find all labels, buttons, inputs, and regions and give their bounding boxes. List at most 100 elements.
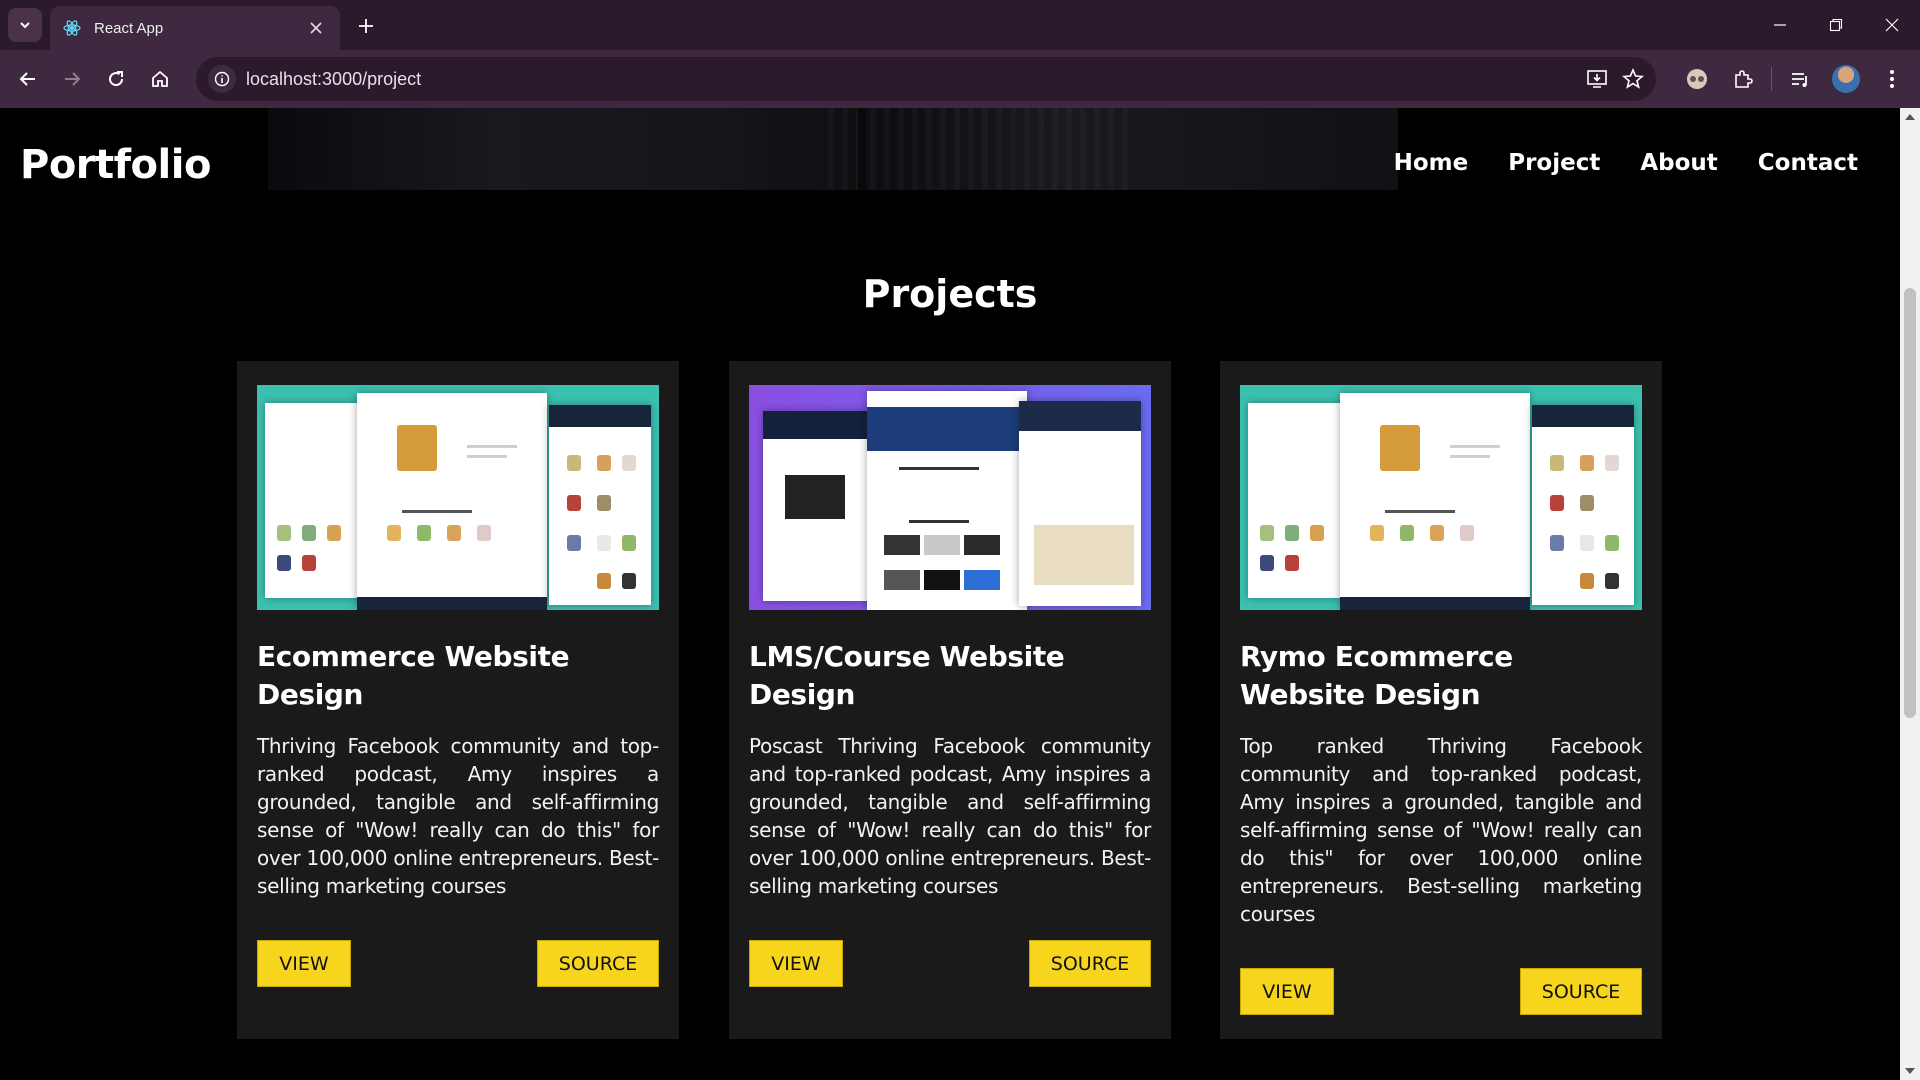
mock-dark-banner [1019, 401, 1141, 431]
minimize-icon [1774, 24, 1786, 26]
home-button[interactable] [138, 57, 182, 101]
project-title: Ecommerce Website Design [257, 640, 570, 711]
back-button[interactable] [6, 57, 50, 101]
view-button[interactable]: VIEW [1240, 968, 1334, 1015]
new-tab-button[interactable] [352, 12, 380, 40]
scroll-up-arrow[interactable] [1905, 114, 1915, 120]
nav-link-about[interactable]: About [1640, 150, 1717, 176]
scroll-down-arrow[interactable] [1905, 1068, 1915, 1074]
project-description: Thriving Facebook community and top-rank… [257, 734, 659, 898]
mock-shirt [1580, 455, 1594, 471]
project-thumbnail[interactable] [257, 385, 659, 610]
address-bar[interactable]: localhost:3000/project [196, 57, 1656, 101]
mock-text-line [1450, 445, 1500, 448]
mock-shirt [597, 573, 611, 589]
nav-link-project[interactable]: Project [1508, 150, 1600, 176]
source-button[interactable]: SOURCE [1520, 968, 1642, 1015]
project-description: Poscast Thriving Facebook community and … [749, 734, 1151, 898]
mock-page-center [1340, 393, 1530, 610]
chevron-down-icon [20, 22, 30, 29]
mock-shirt [1580, 573, 1594, 589]
mock-footer [357, 597, 547, 610]
mock-shirt [277, 555, 291, 571]
browser-menu-button[interactable] [1874, 61, 1910, 97]
mock-shirt [327, 525, 341, 541]
mock-text-line [909, 520, 969, 523]
bookmark-star-icon[interactable] [1622, 68, 1644, 90]
mock-shirt [1550, 495, 1564, 511]
arrow-right-icon [65, 72, 81, 86]
restore-button[interactable] [1808, 0, 1864, 50]
mock-shirt [477, 525, 491, 541]
mock-course-thumb [964, 535, 1000, 555]
profile-button[interactable] [1828, 61, 1864, 97]
mock-page-center [357, 393, 547, 610]
mock-footer [1340, 597, 1530, 610]
profile-extension-button[interactable] [1679, 61, 1715, 97]
nav-link-home[interactable]: Home [1394, 150, 1469, 176]
mock-shirt [1580, 495, 1594, 511]
mock-shirt [1430, 525, 1444, 541]
mock-text-line [467, 445, 517, 448]
site-info-button[interactable] [208, 65, 236, 93]
mock-shirt [1550, 535, 1564, 551]
mock-shirt [567, 535, 581, 551]
arrow-left-icon [19, 72, 35, 86]
browser-tab-active[interactable]: React App [50, 6, 340, 50]
close-window-button[interactable] [1864, 0, 1920, 50]
restore-icon [1829, 18, 1843, 32]
media-controls-button[interactable] [1782, 61, 1818, 97]
nav-link-contact[interactable]: Contact [1758, 150, 1858, 176]
mock-shirt [1370, 525, 1384, 541]
puzzle-icon [1735, 70, 1753, 88]
reload-button[interactable] [94, 57, 138, 101]
mock-course-thumb [964, 570, 1000, 590]
toolbar-right [1679, 57, 1910, 101]
window-controls [1752, 0, 1920, 50]
mock-shirt [1260, 525, 1274, 541]
mock-text-line [899, 467, 979, 470]
mock-shirt [387, 525, 401, 541]
mock-laptop-image [785, 475, 845, 519]
plus-icon [359, 19, 373, 33]
avatar [1832, 65, 1860, 93]
mock-course-thumb [924, 535, 960, 555]
site-brand[interactable]: Portfolio [20, 142, 211, 188]
view-button[interactable]: VIEW [257, 940, 351, 987]
mock-shirt [597, 495, 611, 511]
mock-shirt [1605, 573, 1619, 589]
mock-shirt [1605, 535, 1619, 551]
playlist-icon [1792, 73, 1807, 87]
source-button[interactable]: SOURCE [537, 940, 659, 987]
mock-dark-banner [763, 411, 881, 439]
project-title: LMS/Course Website Design [749, 640, 1065, 711]
mock-shirt-image [1380, 425, 1420, 471]
project-thumbnail[interactable] [749, 385, 1151, 610]
mock-shirt [417, 525, 431, 541]
minimize-button[interactable] [1752, 0, 1808, 50]
mock-course-thumb [884, 570, 920, 590]
tab-close-button[interactable] [304, 16, 328, 40]
forward-button[interactable] [50, 57, 94, 101]
react-logo-icon [63, 20, 81, 36]
mock-course-thumb [884, 535, 920, 555]
install-app-icon[interactable] [1586, 68, 1608, 90]
browser-tabstrip: React App [0, 0, 1920, 50]
project-card: Rymo Ecommerce Website Design Top ranked… [1220, 361, 1662, 1039]
info-icon [214, 71, 230, 87]
close-icon [310, 22, 322, 34]
incognito-glasses-icon [1687, 69, 1707, 89]
extensions-button[interactable] [1725, 61, 1761, 97]
mock-shirt [597, 455, 611, 471]
view-button[interactable]: VIEW [749, 940, 843, 987]
tab-search-button[interactable] [8, 8, 42, 42]
home-icon [152, 70, 168, 87]
scrollbar-thumb[interactable] [1904, 288, 1916, 718]
mock-shirt [1580, 535, 1594, 551]
source-button[interactable]: SOURCE [1029, 940, 1151, 987]
project-thumbnail[interactable] [1240, 385, 1642, 610]
main-nav: Home Project About Contact [1394, 150, 1858, 176]
page-scrollbar[interactable] [1900, 108, 1920, 1080]
mock-shirt [302, 555, 316, 571]
mock-dark-banner [549, 405, 651, 427]
